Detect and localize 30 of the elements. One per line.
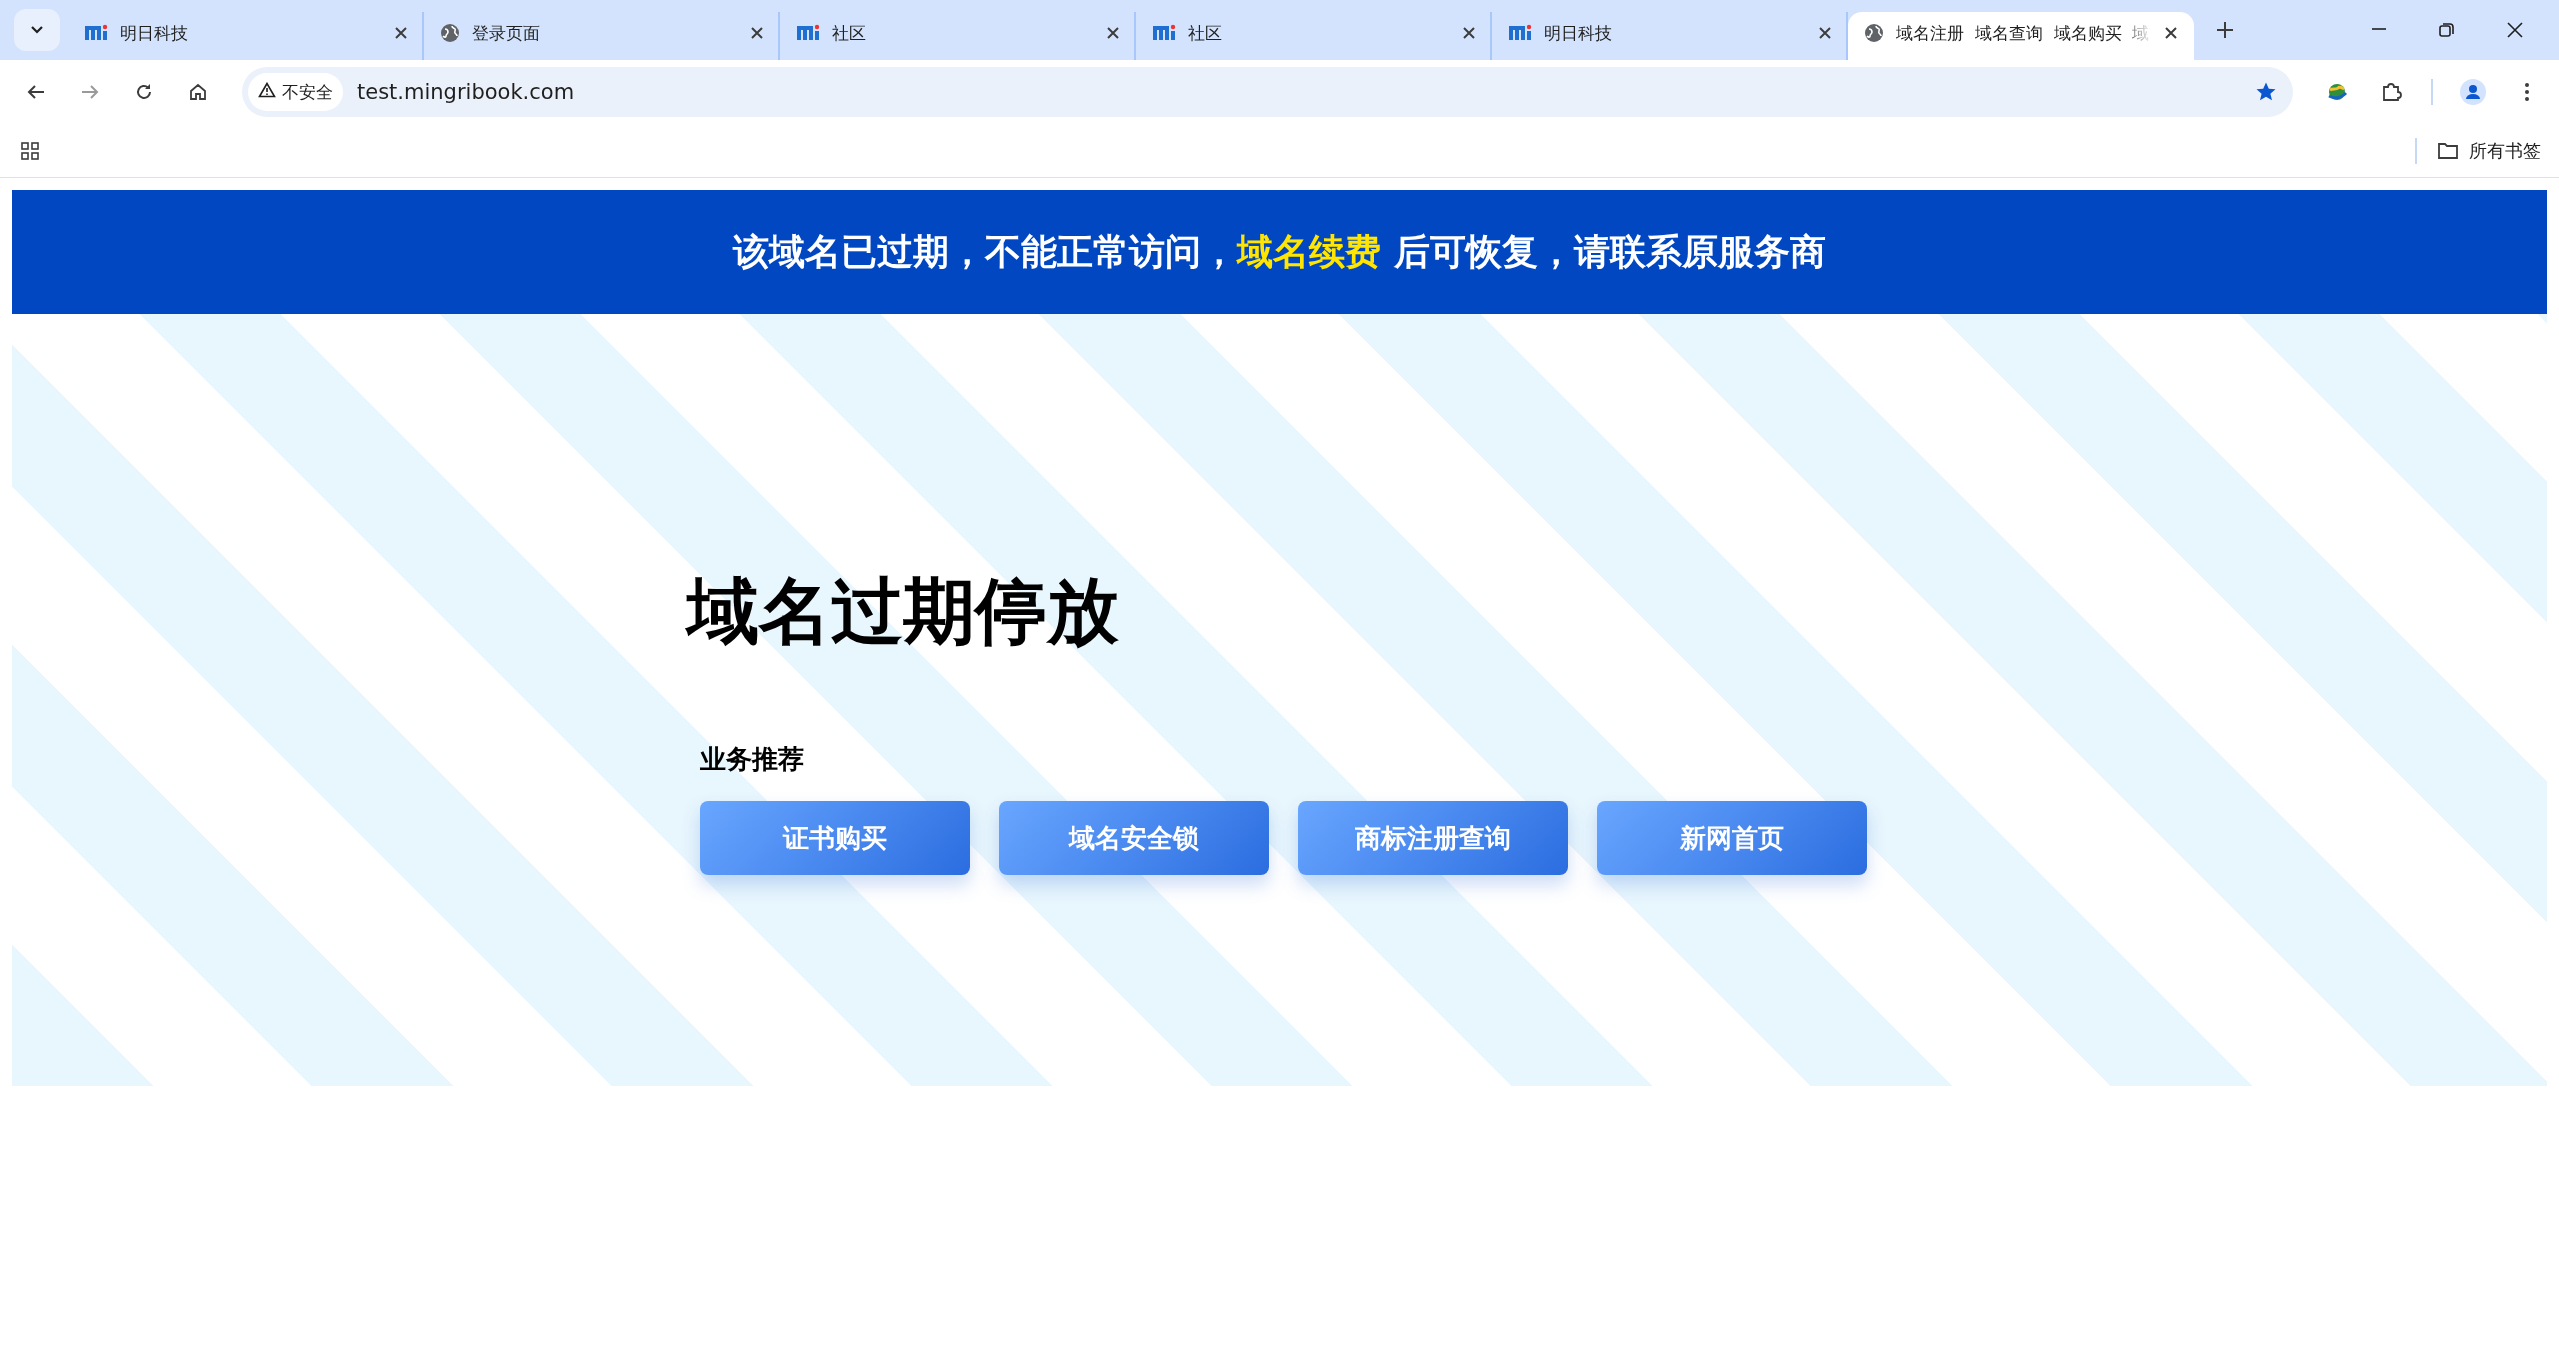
- service-button[interactable]: 商标注册查询: [1298, 801, 1568, 875]
- close-icon[interactable]: [2164, 26, 2178, 40]
- browser-tab[interactable]: 社区: [780, 12, 1136, 60]
- security-chip[interactable]: 不安全: [248, 73, 343, 111]
- site-logo-icon: [1152, 24, 1176, 42]
- address-bar[interactable]: 不安全 test.mingribook.com: [242, 67, 2293, 117]
- browser-tab[interactable]: 登录页面: [424, 12, 780, 60]
- plus-icon[interactable]: [2216, 21, 2234, 39]
- site-logo-icon: [796, 24, 820, 42]
- caret-icon: [30, 25, 44, 35]
- site-logo-icon: [1508, 24, 1532, 42]
- site-logo-icon: [84, 24, 108, 42]
- url-text: test.mingribook.com: [357, 80, 575, 104]
- globe-icon: [440, 23, 460, 43]
- section-title: 业务推荐: [700, 743, 804, 776]
- browser-tab[interactable]: 域名注册 域名查询 域名购买 域: [1848, 12, 2194, 60]
- browser-tab[interactable]: 明日科技: [68, 12, 424, 60]
- globe-icon: [1864, 23, 1884, 43]
- close-icon[interactable]: [1106, 26, 1120, 40]
- close-icon[interactable]: [394, 26, 408, 40]
- star-icon[interactable]: [2255, 81, 2277, 103]
- close-icon[interactable]: [1462, 26, 1476, 40]
- service-button[interactable]: 新网首页: [1597, 801, 1867, 875]
- banner-text: 该域名已过期，不能正常访问，域名续费 后可恢复，请联系原服务商: [733, 229, 1826, 274]
- close-icon[interactable]: [1818, 26, 1832, 40]
- folder-icon: [2437, 141, 2459, 160]
- browser-tab[interactable]: 社区: [1136, 12, 1492, 60]
- page-heading: 域名过期停放: [687, 568, 1119, 655]
- close-icon[interactable]: [750, 26, 764, 40]
- bookmarks-folder[interactable]: 所有书签: [2437, 138, 2541, 163]
